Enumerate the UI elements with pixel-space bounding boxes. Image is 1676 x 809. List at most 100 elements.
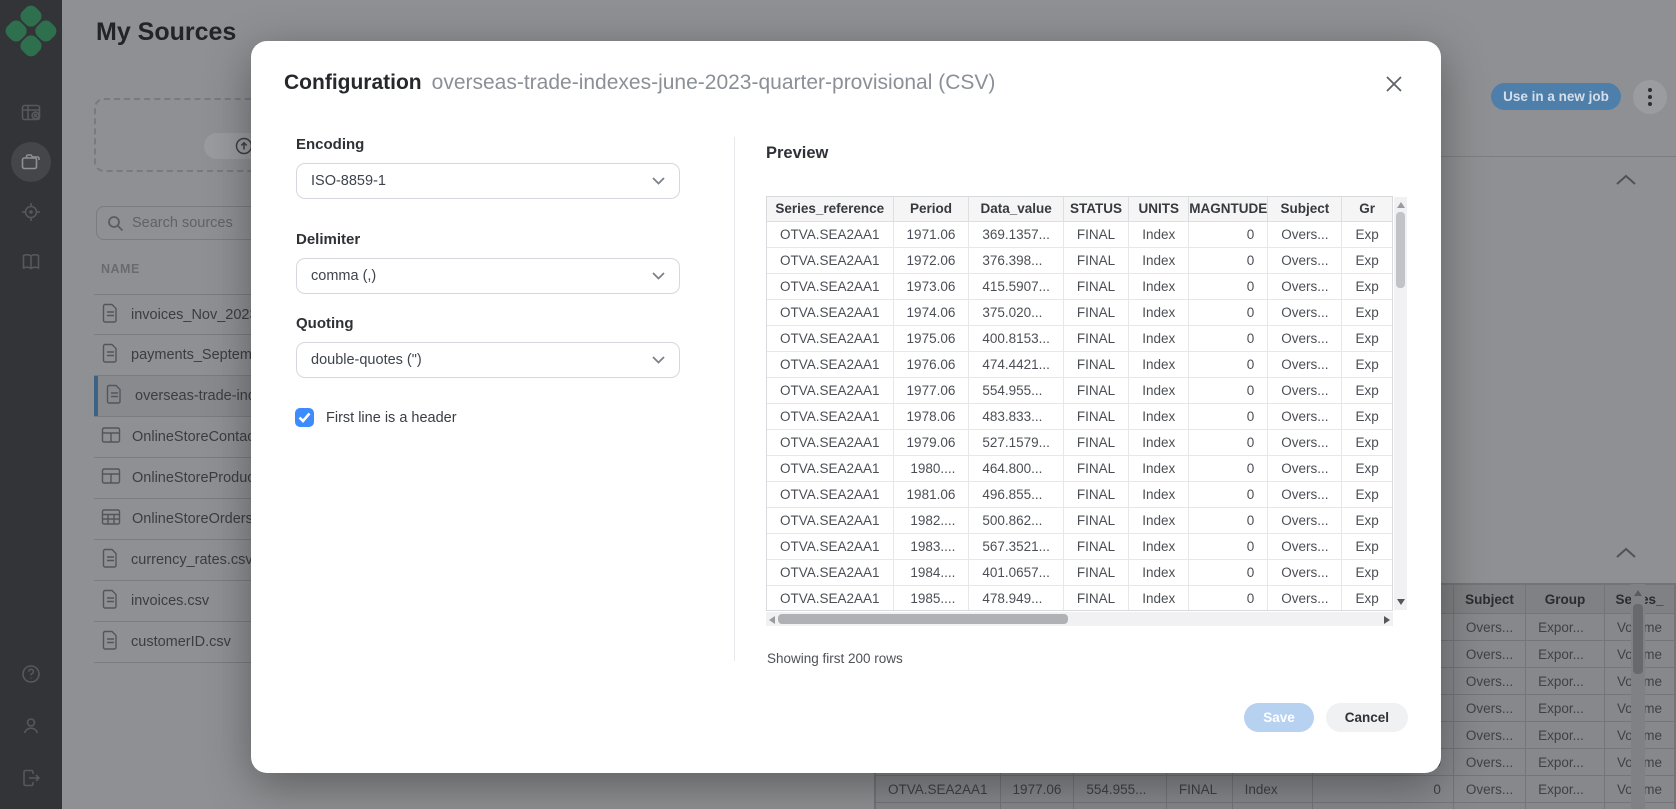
- table-cell: 464.800...: [968, 454, 1064, 482]
- table-cell: OTVA.SEA2AA1: [767, 246, 894, 274]
- table-cell: Index: [1128, 480, 1190, 508]
- table-cell: FINAL: [1062, 532, 1130, 560]
- table-cell: 0: [1188, 584, 1269, 610]
- table-cell: OTVA.SEA2AA1: [875, 802, 1001, 809]
- table-cell: Overs...: [1452, 667, 1527, 695]
- more-options-menu[interactable]: [1633, 80, 1667, 114]
- table-cell: 500.862...: [968, 506, 1064, 534]
- file-name: invoices.csv: [131, 593, 210, 609]
- quoting-select[interactable]: double-quotes ("): [296, 342, 680, 378]
- table-cell: Expor...: [1525, 775, 1605, 803]
- table-cell: FINAL: [1062, 246, 1130, 274]
- sidebar-item-jobs[interactable]: [11, 93, 51, 133]
- table-cell: Index: [1128, 402, 1190, 430]
- scroll-down-arrow-icon[interactable]: [1396, 599, 1405, 605]
- preview-table: Series_reference Period Data_value STATUS UN…: [767, 197, 1392, 610]
- preview-horizontal-scrollbar[interactable]: [766, 612, 1393, 626]
- scrollbar-thumb[interactable]: [1396, 212, 1405, 288]
- scrollbar-thumb[interactable]: [778, 614, 1068, 624]
- preview-vertical-scrollbar[interactable]: [1394, 197, 1407, 610]
- table-row: OTVA.SEA2AA1 1979.06 527.1579... FINAL Index…: [767, 428, 1392, 456]
- file-name: OnlineStoreProduct: [132, 470, 259, 486]
- table-cell: Overs...: [1267, 246, 1343, 274]
- preview-table-viewport: Series_reference Period Data_value STATUS UN…: [766, 196, 1393, 611]
- table-cell: Overs...: [1267, 532, 1343, 560]
- table-cell: Exp: [1341, 428, 1392, 456]
- table-cell: OTVA.SEA2AA1: [767, 376, 894, 404]
- scroll-up-arrow-icon[interactable]: [1396, 202, 1405, 208]
- table-cell: 0: [1188, 558, 1269, 586]
- use-in-new-job-button[interactable]: Use in a new job: [1491, 83, 1621, 110]
- table-cell: Exp: [1341, 558, 1392, 586]
- table-cell: 415.5907...: [968, 272, 1064, 300]
- table-cell: FINAL: [1062, 584, 1130, 610]
- table-cell: Exp: [1341, 246, 1392, 274]
- table-cell: FINAL: [1165, 802, 1233, 809]
- table-row: OTVA.SEA2AA11974.06375.020...FINALIndex0…: [767, 298, 1392, 326]
- chevron-down-icon: [652, 272, 665, 280]
- table-cell: Index: [1128, 454, 1190, 482]
- table-cell: FINAL: [1062, 376, 1130, 404]
- table-row: OTVA.SEA2AA11976.06474.4421...FINALIndex…: [767, 350, 1392, 378]
- quoting-value: double-quotes ("): [311, 352, 422, 368]
- table-cell: 1977.06: [892, 376, 970, 404]
- modal-title-filename: overseas-trade-indexes-june-2023-quarter…: [431, 71, 996, 94]
- scroll-left-arrow-icon[interactable]: [769, 615, 775, 624]
- table-cell: 1984....: [892, 558, 970, 586]
- quoting-label: Quoting: [296, 315, 354, 332]
- sidebar-item-explore[interactable]: [11, 192, 51, 232]
- table-cell: OTVA.SEA2AA1: [767, 454, 894, 482]
- collapse-preview-chevron-icon[interactable]: [1614, 546, 1638, 560]
- table-cell: Exp: [1341, 324, 1392, 352]
- background-table-scrollbar[interactable]: [1631, 584, 1645, 809]
- table-cell: FINAL: [1062, 402, 1130, 430]
- sidebar-item-docs[interactable]: [11, 242, 51, 282]
- scroll-up-arrow-icon[interactable]: [1634, 590, 1642, 596]
- table-cell: Index: [1128, 350, 1190, 378]
- sidebar-item-help[interactable]: [11, 654, 51, 694]
- table-cell: Overs...: [1267, 428, 1343, 456]
- sidebar-item-account[interactable]: [11, 706, 51, 746]
- table-cell: Index: [1128, 506, 1190, 534]
- delimiter-value: comma (,): [311, 268, 377, 284]
- table-cell: 1985....: [892, 584, 970, 610]
- file-name: payments_Septemb: [131, 347, 260, 363]
- sources-folder-icon: [21, 154, 40, 170]
- scroll-right-arrow-icon[interactable]: [1384, 615, 1390, 624]
- encoding-select[interactable]: ISO-8859-1: [296, 163, 680, 199]
- delimiter-select[interactable]: comma (,): [296, 258, 680, 294]
- table-cell: 401.0657...: [968, 558, 1064, 586]
- file-name: OnlineStoreContac: [132, 429, 255, 445]
- sidebar-item-logout[interactable]: [11, 758, 51, 798]
- close-button[interactable]: [1377, 67, 1411, 101]
- table-cell: OTVA.SEA2AA1: [767, 480, 894, 508]
- table-cell: Exp: [1341, 402, 1392, 430]
- app-logo-clover-icon[interactable]: [2, 2, 60, 60]
- first-line-header-checkbox[interactable]: [295, 408, 314, 427]
- table-cell: 1972.06: [892, 246, 970, 274]
- table-cell: OTVA.SEA2AA1: [767, 428, 894, 456]
- table-cell: Expor...: [1525, 721, 1605, 749]
- scrollbar-thumb[interactable]: [1633, 604, 1643, 674]
- table-cell: FINAL: [1062, 558, 1130, 586]
- table-cell: 554.955...: [1073, 775, 1167, 803]
- table-file-icon: [101, 467, 121, 490]
- table-row: OTVA.SEA2AA1 1977.06 554.955... FINAL Index 0…: [875, 775, 1676, 803]
- sidebar-item-sources[interactable]: [11, 142, 51, 182]
- book-icon: [22, 254, 40, 270]
- table-cell: Overs...: [1267, 506, 1343, 534]
- column-header: Subject: [1267, 197, 1343, 222]
- save-button[interactable]: Save: [1244, 703, 1314, 732]
- table-cell: 483.833...: [1073, 802, 1167, 809]
- table-cell: Exp: [1341, 272, 1392, 300]
- modal-title-label: Configuration: [284, 71, 422, 94]
- orders-file-icon: [101, 508, 121, 531]
- encoding-value: ISO-8859-1: [311, 173, 386, 189]
- chevron-down-icon: [652, 356, 665, 364]
- table-cell: 0: [1188, 454, 1269, 482]
- table-cell: 0: [1188, 480, 1269, 508]
- table-cell: Exp: [1341, 220, 1392, 248]
- table-cell: Expor...: [1525, 748, 1605, 776]
- cancel-button[interactable]: Cancel: [1325, 703, 1408, 732]
- collapse-section-chevron-icon[interactable]: [1614, 173, 1638, 187]
